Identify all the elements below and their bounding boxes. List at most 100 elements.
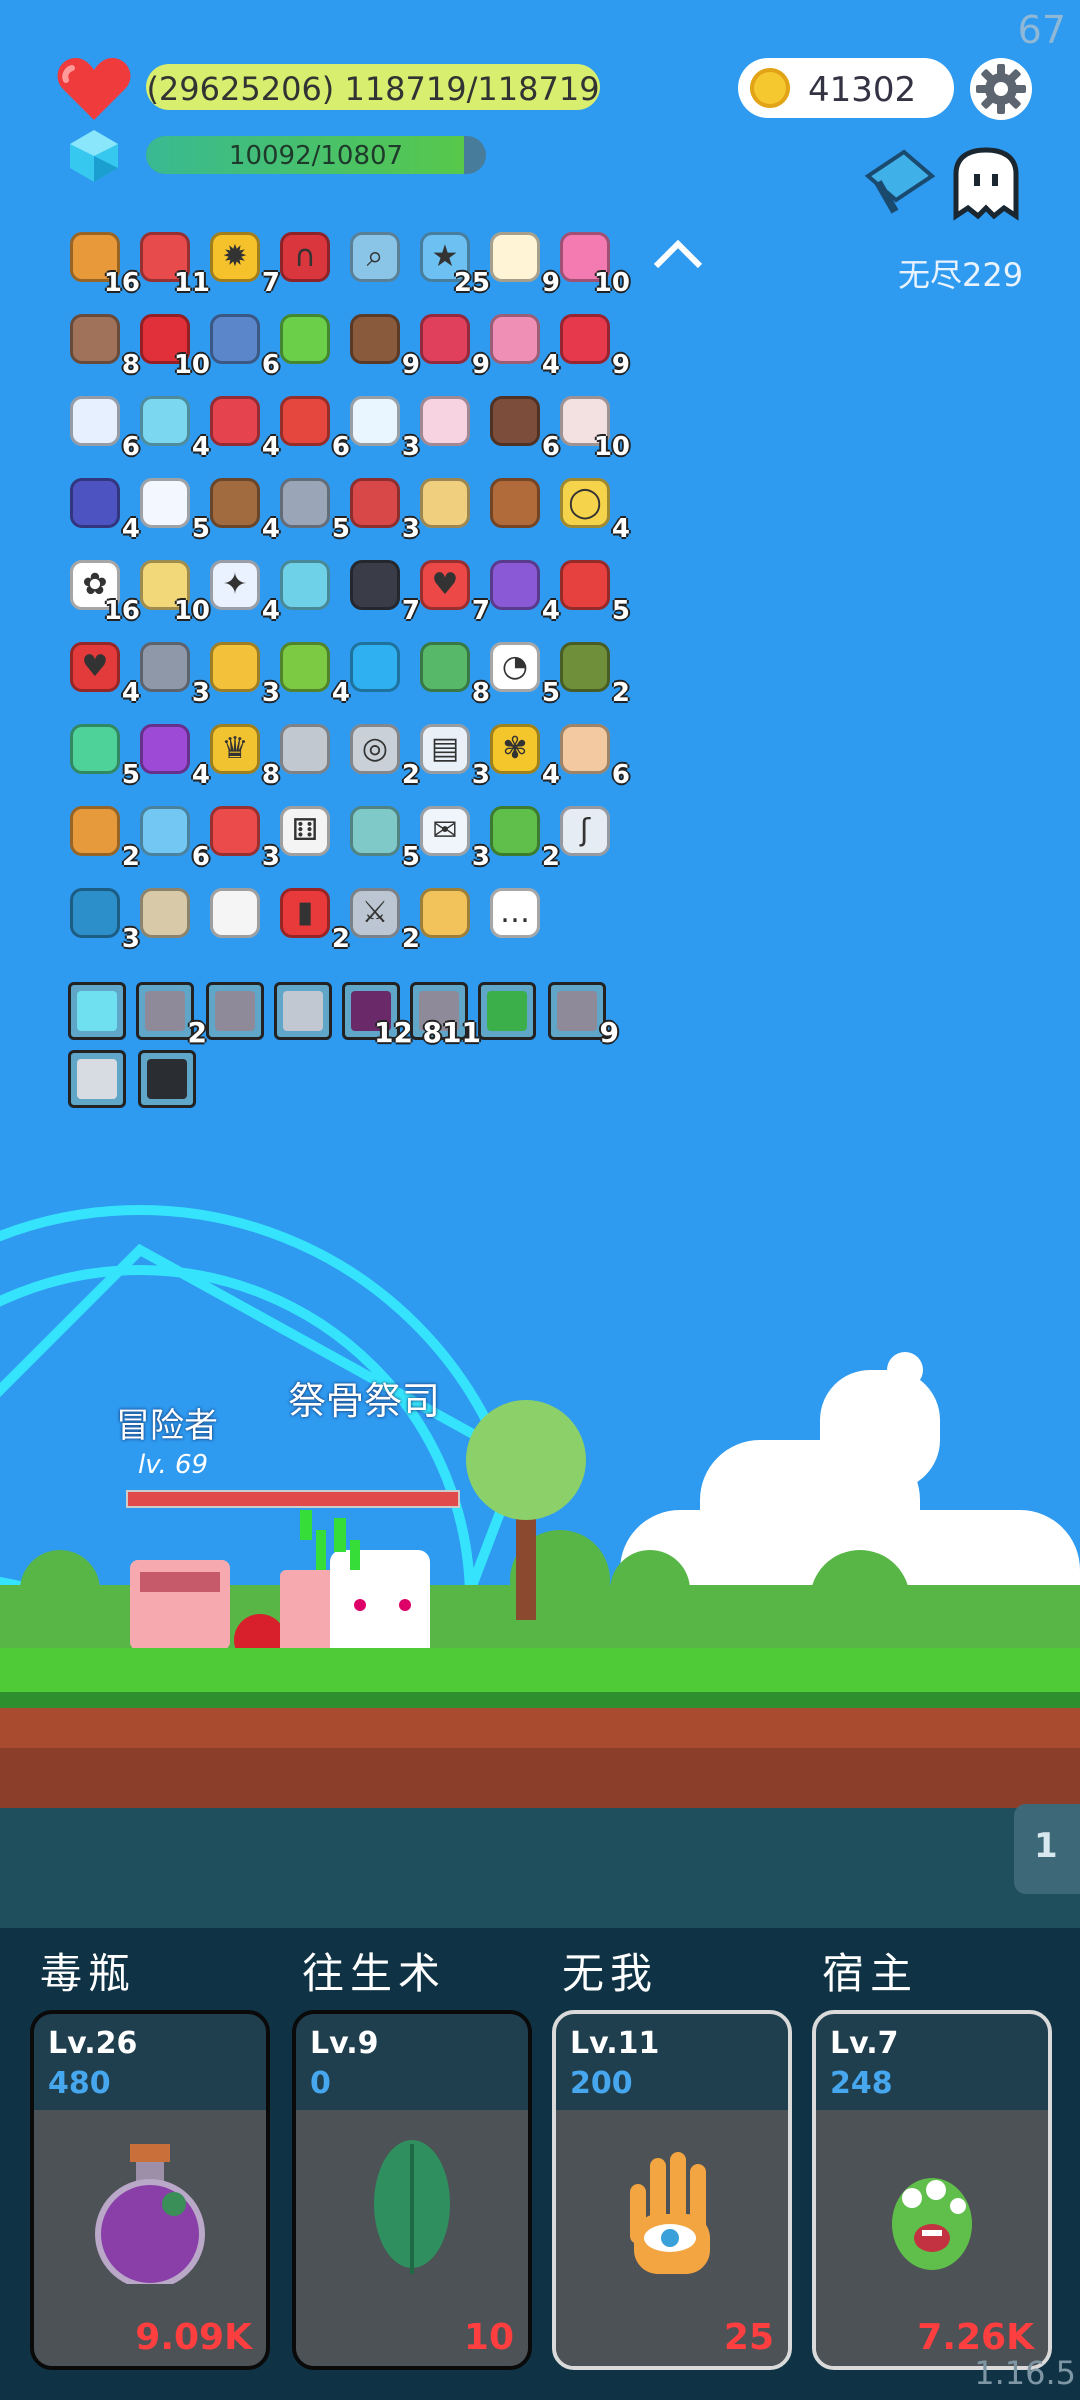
inventory-item[interactable]: ◎ 2: [346, 718, 420, 790]
inventory-item[interactable]: ◔ 5: [486, 636, 560, 708]
inventory-item[interactable]: ✹ 7: [206, 226, 280, 298]
inventory-item[interactable]: ∩: [276, 226, 340, 290]
inventory-item[interactable]: ✿ 16: [66, 554, 140, 626]
inventory-item[interactable]: 4: [206, 390, 280, 462]
inventory-item[interactable]: 10: [556, 226, 630, 298]
inventory-item[interactable]: 4: [66, 472, 140, 544]
potion-pink-icon: [490, 314, 540, 364]
inventory-item[interactable]: 6: [556, 718, 630, 790]
inventory-item[interactable]: 3: [206, 636, 280, 708]
equipment-slot[interactable]: [206, 982, 264, 1040]
equipment-slot[interactable]: 9: [548, 982, 619, 1049]
inventory-item[interactable]: 16: [66, 226, 140, 298]
inventory-item[interactable]: 3: [136, 636, 210, 708]
skill-card-body[interactable]: Lv.26 480 9.09K: [30, 2010, 270, 2370]
equipment-slot[interactable]: [138, 1050, 196, 1108]
inventory-item[interactable]: [416, 390, 480, 454]
inventory-item[interactable]: 6: [276, 390, 350, 462]
side-tab-number: 1: [1034, 1826, 1058, 1866]
inventory-item[interactable]: 6: [206, 308, 280, 380]
side-tab[interactable]: 1: [1014, 1804, 1080, 1894]
inventory-item[interactable]: ♛ 8: [206, 718, 280, 790]
inventory-item[interactable]: 4: [136, 718, 210, 790]
equipment-slot[interactable]: [274, 982, 332, 1040]
inventory-item[interactable]: ✾ 4: [486, 718, 560, 790]
inventory-item[interactable]: 5: [556, 554, 630, 626]
chevron-up-icon[interactable]: [648, 234, 708, 274]
inventory-item[interactable]: 6: [486, 390, 560, 462]
skill-card-body[interactable]: Lv.11 200 25: [552, 2010, 792, 2370]
inventory-item[interactable]: ▮ 2: [276, 882, 350, 954]
equipment-slot[interactable]: 811: [410, 982, 481, 1049]
inventory-item[interactable]: 9: [346, 308, 420, 380]
skill-exp: 0: [310, 2066, 331, 2101]
inventory-item[interactable]: ✉ 3: [416, 800, 490, 872]
ghost-icon[interactable]: [948, 146, 1024, 222]
flag-icon[interactable]: [862, 146, 942, 218]
inventory-item[interactable]: 6: [66, 390, 140, 462]
inventory-item[interactable]: 10: [136, 554, 210, 626]
inventory-item[interactable]: 2: [66, 800, 140, 872]
inventory-item[interactable]: ♥ 4: [66, 636, 140, 708]
inventory-item[interactable]: 4: [136, 390, 210, 462]
equipment-slot[interactable]: [68, 1050, 126, 1108]
skill-card-body[interactable]: Lv.7 248 7.26K: [812, 2010, 1052, 2370]
inventory-item[interactable]: [486, 472, 550, 536]
equipment-slot[interactable]: [68, 982, 126, 1040]
inventory-item[interactable]: 8: [66, 308, 140, 380]
inventory-item[interactable]: 7: [346, 554, 420, 626]
inventory-item[interactable]: 9: [556, 308, 630, 380]
inventory-item[interactable]: 3: [206, 800, 280, 872]
inventory-item[interactable]: ◯ 4: [556, 472, 630, 544]
inventory-item[interactable]: 8: [416, 636, 490, 708]
inventory-item[interactable]: 5: [346, 800, 420, 872]
skill-exp: 248: [830, 2066, 893, 2101]
inventory-item[interactable]: ⚔ 2: [346, 882, 420, 954]
inventory-item[interactable]: 3: [346, 390, 420, 462]
inventory-item[interactable]: [276, 718, 340, 782]
inventory-item[interactable]: ⌕: [346, 226, 410, 290]
settings-gear-icon[interactable]: [968, 56, 1034, 122]
hand-icon: [560, 724, 610, 774]
inventory-item[interactable]: 4: [276, 636, 350, 708]
inventory-item[interactable]: ✦ 4: [206, 554, 280, 626]
inventory-item[interactable]: [276, 308, 340, 372]
inventory-item[interactable]: 11: [136, 226, 210, 298]
inventory-item[interactable]: 2: [486, 800, 560, 872]
skill-card-body[interactable]: Lv.9 0 10: [292, 2010, 532, 2370]
inventory-item[interactable]: [206, 882, 270, 946]
inventory-item[interactable]: ★ 25: [416, 226, 490, 298]
genie-icon: [70, 724, 120, 774]
inventory-item[interactable]: 10: [136, 308, 210, 380]
inventory-item[interactable]: 5: [66, 718, 140, 790]
inventory-item[interactable]: [136, 882, 200, 946]
inventory-item[interactable]: …: [486, 882, 550, 946]
inventory-item[interactable]: 4: [486, 308, 560, 380]
inventory-item[interactable]: [416, 472, 480, 536]
equipment-slot[interactable]: 2: [136, 982, 207, 1049]
inventory-item[interactable]: 6: [136, 800, 210, 872]
inventory-item[interactable]: 3: [346, 472, 420, 544]
inventory-item[interactable]: 5: [136, 472, 210, 544]
equipment-slot[interactable]: 12: [342, 982, 413, 1049]
inventory-item[interactable]: 5: [276, 472, 350, 544]
inventory-item[interactable]: [416, 882, 480, 946]
inventory-item[interactable]: 3: [66, 882, 140, 954]
inventory-item[interactable]: 4: [486, 554, 560, 626]
inventory-item[interactable]: ⚅: [276, 800, 340, 864]
inventory-item[interactable]: ▤ 3: [416, 718, 490, 790]
item-count: 5: [611, 596, 630, 626]
inventory-item[interactable]: ♥ 7: [416, 554, 490, 626]
inventory-item[interactable]: [346, 636, 410, 700]
inventory-item[interactable]: 9: [416, 308, 490, 380]
equipment-slot[interactable]: [478, 982, 536, 1040]
item-count: 10: [593, 432, 630, 462]
inventory-item[interactable]: [276, 554, 340, 618]
inventory-item[interactable]: 2: [556, 636, 630, 708]
inventory-item[interactable]: 4: [206, 472, 280, 544]
inventory-item[interactable]: 10: [556, 390, 630, 462]
inventory-item[interactable]: 9: [486, 226, 560, 298]
skill-level: Lv.11: [570, 2026, 660, 2061]
skill-name: 无我: [562, 1949, 659, 1998]
inventory-item[interactable]: ʃ: [556, 800, 620, 864]
